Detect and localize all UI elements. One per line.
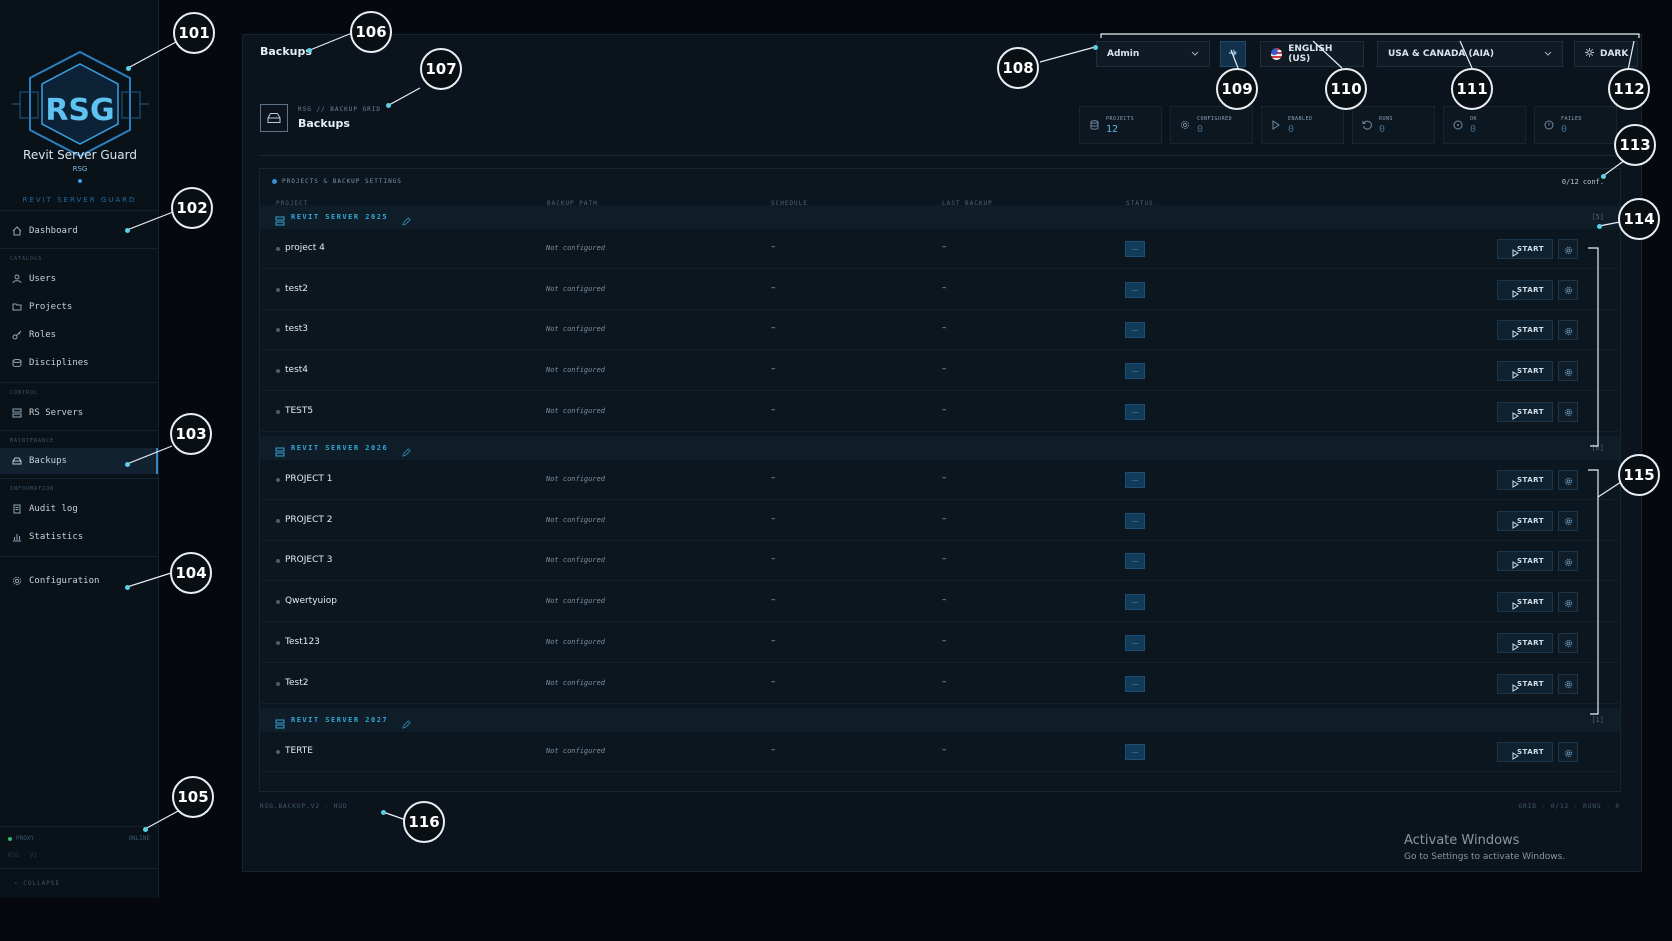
callout-113: 113 [1614,124,1656,166]
callout-102: 102 [171,187,213,229]
callout-105: 105 [172,776,214,818]
callout-112: 112 [1608,68,1650,110]
callout-lines [126,32,1640,830]
callout-107: 107 [420,48,462,90]
callout-anchor [125,228,130,233]
callout-anchor [1093,45,1098,50]
callout-110: 110 [1325,68,1367,110]
callout-115: 115 [1618,454,1660,496]
callout-anchor [1601,174,1606,179]
callout-101: 101 [173,12,215,54]
callout-anchor [1597,224,1602,229]
callout-anchor [143,827,148,832]
callout-114: 114 [1618,198,1660,240]
callout-109: 109 [1216,68,1258,110]
callout-111: 111 [1451,68,1493,110]
callout-anchor [307,48,312,53]
callout-anchor [386,103,391,108]
callout-anchor [125,462,130,467]
callout-103: 103 [170,413,212,455]
callout-104: 104 [170,552,212,594]
callout-anchor [126,66,131,71]
callout-108: 108 [997,47,1039,89]
callout-106: 106 [350,11,392,53]
callout-116: 116 [403,801,445,843]
callout-anchor [381,810,386,815]
callout-anchor [125,585,130,590]
